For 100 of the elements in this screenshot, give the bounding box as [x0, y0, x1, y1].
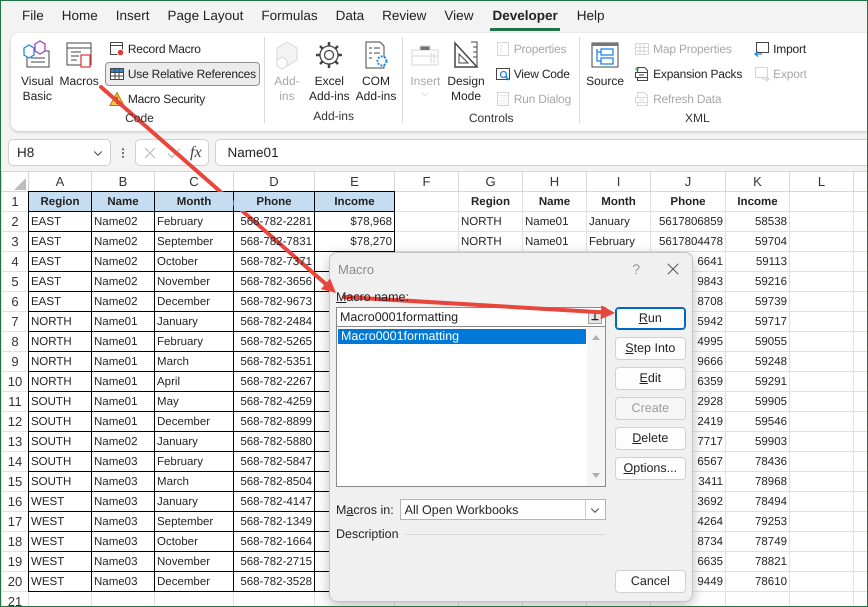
window-search-icon — [494, 66, 511, 82]
table-cell: Name02 — [92, 292, 154, 312]
macros-in-dropdown[interactable]: All Open Workbooks — [400, 499, 606, 520]
ribbon-button[interactable]: Record Macro — [104, 37, 260, 61]
column-header[interactable]: E — [314, 172, 394, 192]
header-cell: Month — [154, 192, 234, 212]
column-header[interactable]: F — [394, 172, 458, 192]
table-cell: EAST — [28, 292, 92, 312]
menu-tab[interactable]: View — [435, 1, 482, 31]
ribbon-button[interactable]: Visual Basic — [19, 37, 56, 106]
column-header[interactable]: H — [522, 172, 586, 192]
row-header[interactable]: 17 — [2, 512, 28, 532]
table-cell: Name03 — [92, 532, 154, 552]
row-header[interactable]: 8 — [2, 332, 28, 352]
row-header[interactable]: 19 — [2, 552, 28, 572]
name-box[interactable]: H8 — [8, 139, 111, 166]
table-cell: April — [154, 372, 234, 392]
column-header[interactable]: J — [650, 172, 726, 192]
menu-tab[interactable]: Home — [52, 1, 107, 31]
table-cell: Name02 — [92, 232, 154, 252]
column-header[interactable]: A — [28, 172, 92, 192]
row-header[interactable]: 14 — [2, 452, 28, 472]
cancel-icon[interactable] — [142, 144, 158, 160]
row-header[interactable]: 20 — [2, 572, 28, 592]
column-header[interactable]: L — [790, 172, 854, 192]
dialog-button[interactable]: Step Into — [614, 337, 686, 360]
group-label: Add-ins — [312, 109, 355, 123]
column-header[interactable]: B — [92, 172, 154, 192]
table-cell: 78610 — [726, 572, 790, 592]
dialog-button[interactable]: Edit — [614, 367, 686, 390]
menu-tab[interactable]: Page Layout — [158, 1, 252, 31]
row-header[interactable]: 6 — [2, 292, 28, 312]
ribbon-button[interactable]: Macro Security — [104, 87, 260, 111]
menu-tab[interactable]: Data — [326, 1, 374, 31]
row-header[interactable]: 4 — [2, 252, 28, 272]
ribbon-button[interactable]: Excel Add-ins — [306, 37, 352, 106]
row-header[interactable]: 18 — [2, 532, 28, 552]
row-header[interactable]: 7 — [2, 312, 28, 332]
table-cell: Name01 — [92, 412, 154, 432]
row-header[interactable]: 15 — [2, 472, 28, 492]
table-cell: 59216 — [726, 272, 790, 292]
table-cell: 568-782-4147 — [234, 492, 314, 512]
macro-name-field[interactable]: Macro0001formatting — [336, 307, 606, 327]
table-cell: May — [154, 392, 234, 412]
column-header[interactable]: C — [154, 172, 234, 192]
table-cell: 59113 — [726, 252, 790, 272]
table-cell: Name02 — [92, 272, 154, 292]
row-header[interactable]: 16 — [2, 492, 28, 512]
ribbon-button[interactable]: Expansion Packs — [630, 62, 746, 86]
table-cell: December — [154, 412, 234, 432]
table-cell: 568-782-2267 — [234, 372, 314, 392]
menu-tab[interactable]: Review — [373, 1, 436, 31]
dialog-button[interactable]: Run — [614, 307, 686, 330]
row-header[interactable]: 13 — [2, 432, 28, 452]
table-cell: 568-782-5351 — [234, 352, 314, 372]
ribbon-button[interactable]: COM Add-ins — [354, 37, 398, 106]
table-cell: Name03 — [92, 492, 154, 512]
dialog-button[interactable]: Options... — [614, 457, 686, 480]
row-header[interactable]: 10 — [2, 372, 28, 392]
import-icon — [754, 41, 770, 57]
row-header[interactable]: 11 — [2, 392, 28, 412]
row-header[interactable]: 9 — [2, 352, 28, 372]
column-header[interactable]: K — [726, 172, 790, 192]
column-header[interactable]: G — [458, 172, 522, 192]
column-header[interactable]: D — [234, 172, 314, 192]
ribbon-button[interactable]: Use Relative References — [104, 62, 260, 86]
menu-tab[interactable]: Formulas — [252, 1, 327, 31]
cancel-button[interactable]: Cancel — [614, 570, 686, 593]
row-header[interactable]: 12 — [2, 412, 28, 432]
row-header[interactable]: 3 — [2, 232, 28, 252]
table-cell: 78821 — [726, 552, 790, 572]
table-cell: 568-782-2484 — [234, 312, 314, 332]
table-cell: NORTH — [28, 372, 92, 392]
header-cell: Income — [726, 192, 790, 212]
ribbon-button[interactable]: Source — [584, 37, 626, 91]
row-header[interactable]: 21 — [2, 592, 28, 606]
header-cell: Phone — [650, 192, 726, 212]
table-cell: WEST — [28, 512, 92, 532]
insert-function-button[interactable]: fx — [190, 144, 202, 162]
ribbon-button[interactable]: Import — [750, 37, 811, 61]
table-cell: Name03 — [92, 512, 154, 532]
ribbon-button[interactable]: Macros — [57, 37, 101, 91]
menu-tab[interactable]: Help — [568, 1, 614, 31]
row-header[interactable]: 2 — [2, 212, 28, 232]
close-icon[interactable] — [666, 262, 680, 276]
ribbon-button[interactable]: Design Mode — [445, 37, 487, 106]
table-cell: 59055 — [726, 332, 790, 352]
menu-tab[interactable]: Insert — [106, 1, 159, 31]
row-header[interactable]: 5 — [2, 272, 28, 292]
dialog-button[interactable]: Delete — [614, 427, 686, 450]
table-cell: February — [154, 212, 234, 232]
table-cell: November — [154, 272, 234, 292]
scrollbar[interactable] — [586, 327, 605, 486]
ribbon-button[interactable]: View Code — [490, 62, 576, 86]
menu-tab[interactable]: File — [13, 1, 53, 31]
formula-field[interactable]: Name01 — [214, 139, 867, 166]
list-item[interactable]: Macro0001formatting — [338, 329, 586, 344]
column-header[interactable]: I — [586, 172, 650, 192]
row-header[interactable]: 1 — [2, 192, 28, 212]
table-cell: 568-782-8504 — [234, 472, 314, 492]
